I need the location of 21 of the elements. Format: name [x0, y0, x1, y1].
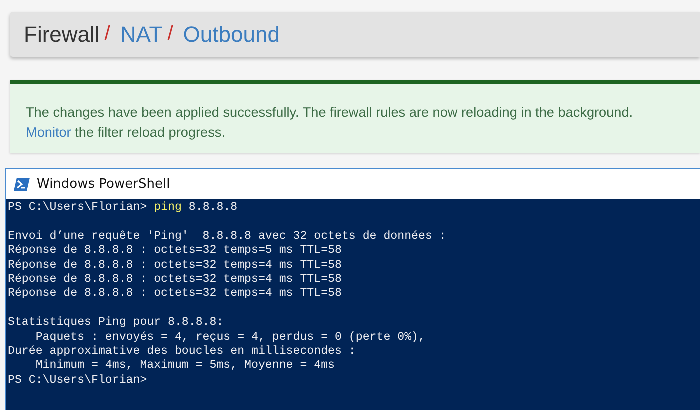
window-title: Windows PowerShell — [37, 176, 170, 192]
console-line: Envoi d’une requête 'Ping' 8.8.8.8 avec 32 octets de données : — [8, 230, 448, 244]
monitor-link[interactable]: Monitor — [26, 125, 72, 140]
breadcrumb-current: Firewall — [24, 22, 100, 48]
alert-message: Monitor the filter reload progress. — [26, 124, 226, 142]
console-line: PS C:\Users\Florian> ping 8.8.8.8 — [8, 201, 239, 216]
powershell-icon — [14, 178, 30, 190]
alert-message: The changes have been applied successfully. The firewall rules are now reloading in the background. — [26, 104, 634, 122]
console-line: Statistiques Ping pour 8.8.8.8: — [8, 316, 225, 331]
breadcrumb-link[interactable]: Outbound — [183, 22, 280, 48]
console-line: Réponse de 8.8.8.8 : octets=32 temps=4 ms TTL=58 — [8, 258, 343, 273]
console-line: Réponse de 8.8.8.8 : octets=32 temps=4 ms TTL=58 — [8, 287, 343, 302]
console-line: Minimum = 4ms, Maximum = 5ms, Moyenne = 4ms — [34, 359, 336, 374]
console-line: Réponse de 8.8.8.8 : octets=32 temps=5 ms TTL=58 — [8, 244, 343, 259]
console-line: Réponse de 8.8.8.8 : octets=32 temps=4 ms TTL=58 — [8, 272, 343, 288]
console-line: Durée approximative des boucles en millisecondes : — [8, 344, 357, 360]
console-line: PS C:\Users\Florian> — [8, 374, 148, 388]
breadcrumb-separator: / — [104, 23, 110, 46]
breadcrumb-separator: / — [168, 23, 174, 46]
breadcrumb-link[interactable]: NAT — [120, 22, 163, 48]
console-line: Paquets : envoyés = 4, reçus = 4, perdus = 0 (perte 0%), — [34, 330, 426, 345]
